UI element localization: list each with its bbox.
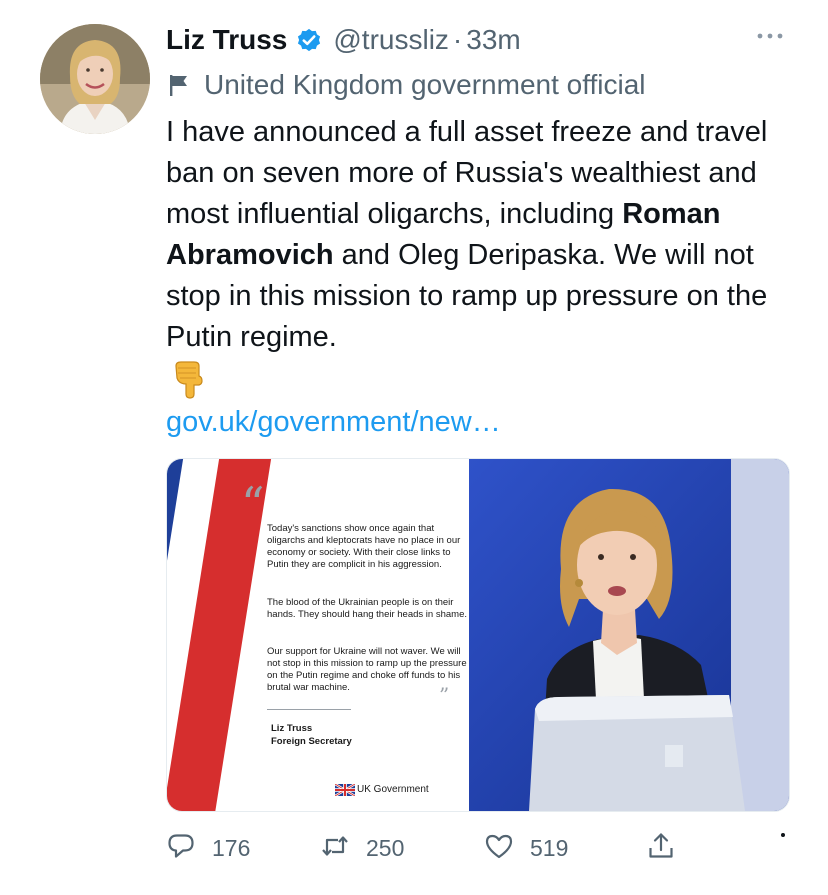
retweet-icon <box>320 831 350 866</box>
media-image[interactable]: “ Today's sanctions show once again that… <box>166 458 790 812</box>
verified-badge-icon <box>295 26 323 54</box>
pointing-down-emoji: 👇 <box>172 360 206 400</box>
uk-government-brand: UK Government <box>334 782 429 798</box>
statement-panel: “ Today's sanctions show once again that… <box>167 459 469 811</box>
share-icon <box>646 831 676 866</box>
union-jack-icon <box>334 782 356 798</box>
government-label-text: United Kingdom government official <box>204 69 646 100</box>
timestamp[interactable]: 33m <box>466 24 520 56</box>
author-handle[interactable]: @trussliz <box>333 24 449 56</box>
statement-paragraph-1: Today's sanctions show once again that o… <box>267 523 461 570</box>
reply-button[interactable]: 176 <box>166 826 250 870</box>
share-button[interactable] <box>646 826 676 870</box>
avatar[interactable] <box>40 24 150 134</box>
like-icon <box>484 831 514 866</box>
statement-paragraph-2: The blood of the Ukrainian people is on … <box>267 597 467 620</box>
signature-divider <box>267 709 351 710</box>
tweet-header: Liz Truss @trussliz · 33m <box>166 20 521 60</box>
more-options-icon[interactable] <box>752 24 788 48</box>
like-count: 519 <box>530 834 569 861</box>
like-button[interactable]: 519 <box>484 826 568 870</box>
statement-paragraph-3: Our support for Ukraine will not waver. … <box>267 646 467 693</box>
speaker-photo <box>469 459 789 811</box>
article-link[interactable]: gov.uk/government/new… <box>166 402 501 442</box>
tweet-text: I have announced a full asset freeze and… <box>166 112 786 358</box>
signature-name: Liz Truss <box>271 723 313 734</box>
action-bar: 176 250 519 <box>166 826 826 870</box>
government-flag-icon <box>166 72 192 98</box>
quote-close-mark: ” <box>439 683 450 707</box>
tweet[interactable]: Liz Truss @trussliz · 33m United Kingdom… <box>0 0 828 895</box>
overflow-dot <box>781 833 785 837</box>
reply-icon <box>166 831 196 866</box>
quote-open-mark: “ <box>241 477 265 531</box>
signature-title: Foreign Secretary <box>271 736 352 747</box>
reply-count: 176 <box>212 834 251 861</box>
retweet-button[interactable]: 250 <box>320 826 404 870</box>
separator-dot: · <box>452 24 463 55</box>
government-label[interactable]: United Kingdom government official <box>166 66 646 104</box>
retweet-count: 250 <box>366 834 405 861</box>
uk-government-text: UK Government <box>357 783 429 795</box>
author-name[interactable]: Liz Truss <box>166 24 287 56</box>
